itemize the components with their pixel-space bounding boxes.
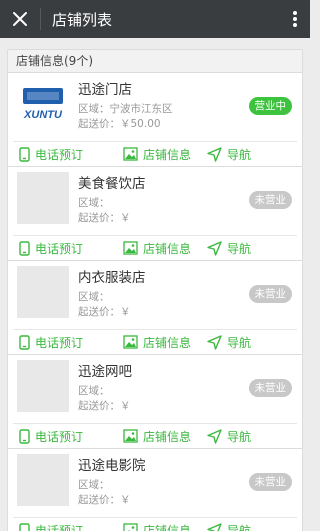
store-info[interactable]: 迅途网吧 区域： 起送价：￥ 未营业 — [8, 355, 302, 423]
store-info[interactable]: 内衣服装店 区域： 起送价：￥ 未营业 — [8, 261, 302, 329]
store-area: 区域： — [78, 291, 110, 303]
status-badge: 未营业 — [248, 379, 292, 397]
page-title: 店铺列表 — [52, 10, 113, 29]
store-info[interactable]: 迅途电影院 区域： 起送价：￥ 未营业 — [8, 449, 302, 517]
call-button[interactable]: 电话预订 — [13, 424, 123, 449]
store-info-label: 店铺信息 — [143, 147, 192, 162]
store-item: 迅途电影院 区域： 起送价：￥ 未营业 电话预订 店铺信息 导航 — [8, 449, 302, 531]
store-item: 迅途网吧 区域： 起送价：￥ 未营业 电话预订 店铺信息 导航 — [8, 355, 302, 449]
more-vertical-icon — [293, 11, 297, 27]
store-min-price: 起送价：￥ — [78, 400, 131, 412]
navigate-button[interactable]: 导航 — [207, 424, 277, 449]
store-info-button[interactable]: 店铺信息 — [123, 142, 207, 167]
list-header: 店铺信息(9个) — [8, 50, 302, 73]
store-item: 内衣服装店 区域： 起送价：￥ 未营业 电话预订 店铺信息 导航 — [8, 261, 302, 355]
call-label: 电话预订 — [35, 523, 84, 531]
navigate-label: 导航 — [227, 147, 252, 162]
store-thumbnail — [17, 360, 69, 412]
store-actions: 电话预订 店铺信息 导航 — [13, 517, 297, 531]
svg-text:XUNTU: XUNTU — [23, 109, 63, 121]
phone-icon — [19, 334, 30, 350]
navigation-arrow-icon — [207, 428, 222, 444]
store-area: 区域： — [78, 479, 110, 491]
phone-icon — [19, 428, 30, 444]
store-actions: 电话预订 店铺信息 导航 — [13, 329, 297, 354]
call-label: 电话预订 — [35, 241, 84, 256]
status-badge: 未营业 — [248, 285, 292, 303]
store-actions: 电话预订 店铺信息 导航 — [13, 141, 297, 166]
call-button[interactable]: 电话预订 — [13, 142, 123, 167]
status-badge: 未营业 — [248, 473, 292, 491]
status-badge: 未营业 — [248, 191, 292, 209]
navigate-label: 导航 — [227, 335, 252, 350]
phone-icon — [19, 240, 30, 256]
navigate-button[interactable]: 导航 — [207, 330, 277, 355]
store-name: 迅途电影院 — [78, 458, 146, 474]
store-info-label: 店铺信息 — [143, 429, 192, 444]
store-name: 迅途门店 — [78, 82, 132, 98]
store-name: 内衣服装店 — [78, 270, 146, 286]
navigation-arrow-icon — [207, 146, 222, 162]
store-item: XUNTU 迅途门店 区域：宁波市江东区 起送价：￥50.00 营业中 电话预订 — [8, 73, 302, 167]
store-area: 区域：宁波市江东区 — [78, 103, 173, 115]
navigate-label: 导航 — [227, 523, 252, 531]
image-icon — [123, 147, 138, 161]
navigation-arrow-icon — [207, 240, 222, 256]
navigation-arrow-icon — [207, 522, 222, 531]
store-info[interactable]: 美食餐饮店 区域： 起送价：￥ 未营业 — [8, 167, 302, 235]
navigate-button[interactable]: 导航 — [207, 142, 277, 167]
store-area: 区域： — [78, 385, 110, 397]
store-info[interactable]: XUNTU 迅途门店 区域：宁波市江东区 起送价：￥50.00 营业中 — [8, 73, 302, 141]
store-min-price: 起送价：￥ — [78, 494, 131, 506]
store-item: 美食餐饮店 区域： 起送价：￥ 未营业 电话预订 店铺信息 导航 — [8, 167, 302, 261]
store-info-button[interactable]: 店铺信息 — [123, 330, 207, 355]
store-info-button[interactable]: 店铺信息 — [123, 518, 207, 531]
store-min-price: 起送价：￥50.00 — [78, 118, 161, 130]
store-actions: 电话预订 店铺信息 导航 — [13, 423, 297, 448]
image-icon — [123, 523, 138, 531]
call-label: 电话预订 — [35, 335, 84, 350]
store-thumbnail — [17, 454, 69, 506]
more-menu-button[interactable] — [280, 0, 310, 38]
call-label: 电话预订 — [35, 429, 84, 444]
navigate-button[interactable]: 导航 — [207, 518, 277, 531]
call-label: 电话预订 — [35, 147, 84, 162]
store-min-price: 起送价：￥ — [78, 306, 131, 318]
store-list: 店铺信息(9个) XUNTU 迅途门店 区域：宁波市江东区 起送价：￥50.00… — [7, 49, 303, 531]
store-info-label: 店铺信息 — [143, 335, 192, 350]
phone-icon — [19, 522, 30, 531]
store-info-label: 店铺信息 — [143, 241, 192, 256]
navigation-arrow-icon — [207, 334, 222, 350]
image-icon — [123, 241, 138, 255]
call-button[interactable]: 电话预订 — [13, 330, 123, 355]
navigate-label: 导航 — [227, 241, 252, 256]
call-button[interactable]: 电话预订 — [13, 518, 123, 531]
store-name: 迅途网吧 — [78, 364, 132, 380]
store-info-button[interactable]: 店铺信息 — [123, 424, 207, 449]
store-actions: 电话预订 店铺信息 导航 — [13, 235, 297, 260]
title-divider — [40, 8, 41, 30]
call-button[interactable]: 电话预订 — [13, 236, 123, 261]
store-area: 区域： — [78, 197, 110, 209]
store-thumbnail — [17, 266, 69, 318]
image-icon — [123, 335, 138, 349]
store-info-button[interactable]: 店铺信息 — [123, 236, 207, 261]
store-thumbnail — [17, 172, 69, 224]
top-bar: 店铺列表 — [0, 0, 310, 38]
close-button[interactable] — [0, 0, 40, 38]
store-info-label: 店铺信息 — [143, 523, 192, 531]
navigate-label: 导航 — [227, 429, 252, 444]
xuntu-logo: XUNTU — [17, 78, 69, 130]
image-icon — [123, 429, 138, 443]
phone-icon — [19, 146, 30, 162]
store-min-price: 起送价：￥ — [78, 212, 131, 224]
navigate-button[interactable]: 导航 — [207, 236, 277, 261]
status-badge: 营业中 — [248, 97, 292, 115]
close-icon — [13, 12, 27, 26]
store-name: 美食餐饮店 — [78, 176, 146, 192]
